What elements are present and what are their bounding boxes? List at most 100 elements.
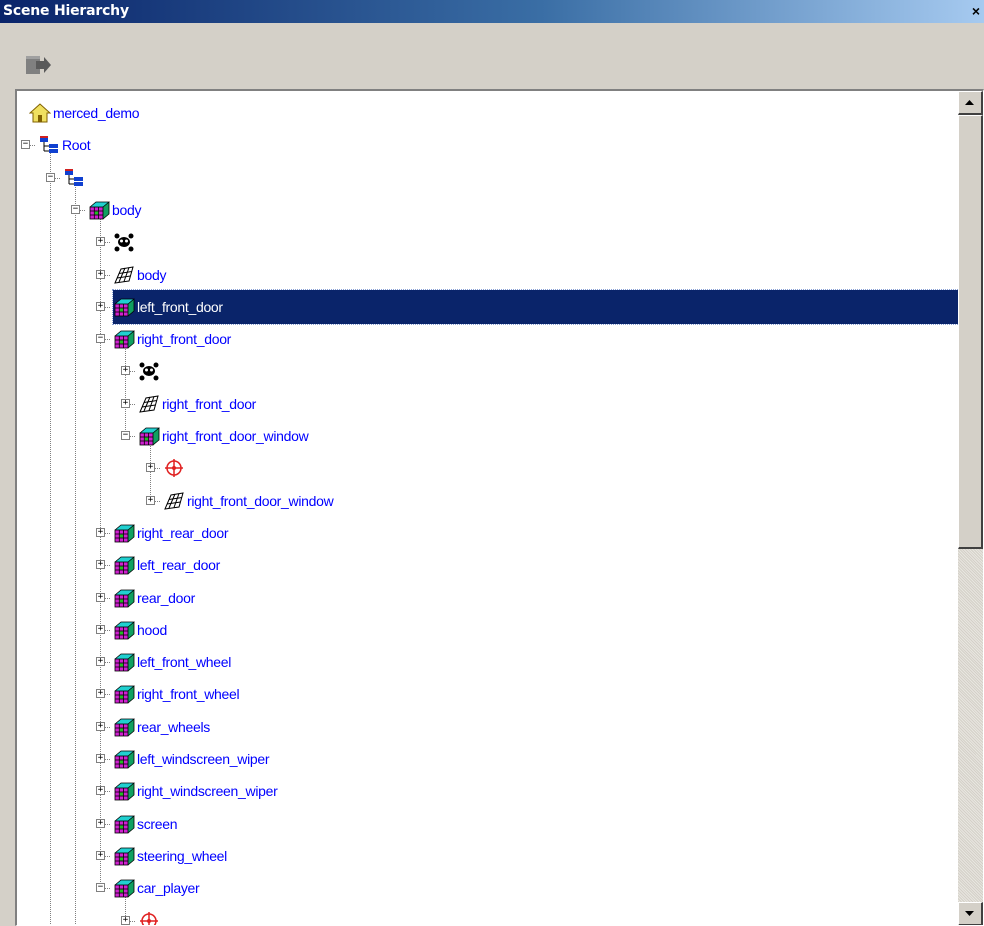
tree-node-label: right_rear_door — [137, 524, 229, 541]
tree-node[interactable]: − right_front_door — [17, 323, 958, 355]
tree-node-label: right_front_door — [162, 395, 257, 412]
collapse-button[interactable]: − — [96, 883, 105, 893]
tree-node[interactable]: − body — [17, 194, 958, 226]
skull-icon — [138, 361, 160, 381]
tree-node[interactable]: + right_front_wheel — [17, 678, 958, 710]
tree-node[interactable]: + hood — [17, 614, 958, 646]
expand-button[interactable]: + — [96, 269, 105, 279]
expand-button[interactable]: + — [96, 301, 105, 311]
tree-node-label: rear_wheels — [137, 718, 210, 735]
cube-icon — [113, 684, 136, 704]
skull-icon — [113, 232, 135, 252]
cube-icon — [113, 588, 136, 608]
cube-icon — [113, 749, 136, 769]
expand-button[interactable]: + — [96, 850, 105, 860]
close-button[interactable]: × — [968, 2, 984, 20]
tree-node[interactable]: + left_front_wheel — [17, 646, 958, 678]
expand-button[interactable]: + — [96, 527, 105, 537]
tree-node-label: right_front_wheel — [137, 686, 240, 703]
tree-node-label: left_windscreen_wiper — [137, 751, 270, 767]
scene-tree: merced_demo − Root − − body + + body + left_front_… — [17, 91, 958, 925]
tree-node[interactable]: + right_front_door — [17, 388, 958, 420]
tree-node[interactable]: + rear_wheels — [17, 711, 958, 743]
expand-button[interactable]: + — [96, 237, 105, 247]
expand-button[interactable]: + — [96, 657, 105, 667]
export-scene-button[interactable] — [24, 53, 52, 77]
expand-button[interactable]: + — [96, 592, 105, 602]
tree-node-label: car_player — [137, 880, 200, 897]
collapse-button[interactable]: − — [46, 172, 55, 182]
expand-button[interactable]: + — [96, 689, 105, 699]
tree-node-label: hood — [137, 621, 167, 638]
tree-node-label: merced_demo — [53, 105, 140, 121]
tree-node[interactable]: + — [17, 226, 958, 258]
scroll-thumb[interactable] — [958, 115, 983, 549]
tree-node[interactable]: + steering_wheel — [17, 840, 958, 872]
tree-node-label: right_front_door_window — [162, 428, 309, 444]
tree-node[interactable]: − right_front_door_window — [17, 420, 958, 452]
tree-node-label: Root — [62, 137, 91, 154]
tree-node[interactable]: + — [17, 452, 958, 484]
tree-node[interactable]: + left_rear_door — [17, 549, 958, 581]
cube-icon — [113, 555, 136, 575]
tree-node-label: left_front_door — [137, 298, 223, 315]
expand-button[interactable]: + — [96, 786, 105, 796]
hierarchy-icon — [63, 168, 85, 188]
expand-button[interactable]: + — [96, 560, 105, 570]
tree-node[interactable]: − car_player — [17, 872, 958, 904]
scroll-up-button[interactable] — [958, 91, 983, 115]
tree-node[interactable]: + screen — [17, 808, 958, 840]
tree-node-label: left_rear_door — [137, 557, 220, 574]
cube-icon — [113, 523, 136, 543]
expand-button[interactable]: + — [146, 463, 155, 473]
export-scene-icon — [26, 56, 51, 74]
cube-icon — [113, 620, 136, 640]
tree-node-label: right_front_door_window — [187, 492, 334, 509]
expand-button[interactable]: + — [96, 818, 105, 828]
expand-button[interactable]: + — [121, 366, 130, 376]
tree-node[interactable]: − Root — [17, 129, 958, 161]
expand-button[interactable]: + — [121, 915, 130, 925]
expand-button[interactable]: + — [146, 495, 155, 505]
tree-node[interactable]: + left_windscreen_wiper — [17, 743, 958, 775]
tree-node[interactable]: + rear_door — [17, 582, 958, 614]
collapse-button[interactable]: − — [121, 431, 130, 440]
cube-icon — [113, 814, 136, 834]
cube-icon — [113, 652, 136, 672]
tree-node-label: left_front_wheel — [137, 654, 232, 671]
crosshair-icon — [138, 911, 160, 925]
collapse-button[interactable]: − — [71, 204, 80, 214]
tree-node[interactable]: + right_front_door_window — [17, 485, 958, 517]
expand-button[interactable]: + — [96, 754, 105, 763]
tree-node[interactable]: + — [17, 355, 958, 387]
tree-node[interactable]: merced_demo — [17, 97, 958, 129]
tree-node[interactable]: + left_front_door — [17, 291, 958, 323]
tree-node-label: body — [112, 201, 142, 218]
expand-button[interactable]: + — [96, 624, 105, 634]
down-arrow-icon — [965, 911, 974, 916]
expand-button[interactable]: + — [96, 721, 105, 731]
scene-tree-panel: merced_demo − Root − − body + + body + left_front_… — [15, 89, 984, 926]
tree-node[interactable]: − — [17, 162, 958, 194]
vertical-scrollbar[interactable] — [958, 91, 983, 925]
tree-node[interactable]: + right_windscreen_wiper — [17, 775, 958, 807]
tree-node[interactable]: + right_rear_door — [17, 517, 958, 549]
collapse-button[interactable]: − — [96, 334, 105, 344]
tree-node[interactable]: + body — [17, 259, 958, 291]
cube-icon — [113, 329, 136, 349]
mesh-icon — [163, 491, 185, 511]
cube-icon — [138, 426, 161, 446]
cube-icon — [113, 846, 136, 866]
mesh-icon — [138, 394, 160, 414]
up-arrow-icon — [965, 100, 974, 105]
hierarchy-icon — [38, 135, 60, 155]
tree-node[interactable]: + — [17, 905, 958, 925]
cube-icon — [113, 717, 136, 737]
cube-icon — [113, 781, 136, 801]
expand-button[interactable]: + — [121, 398, 130, 408]
tree-node-label: screen — [137, 815, 178, 832]
cube-icon — [88, 200, 111, 220]
cube-icon — [113, 297, 136, 317]
collapse-button[interactable]: − — [21, 140, 30, 150]
scroll-down-button[interactable] — [958, 902, 983, 925]
